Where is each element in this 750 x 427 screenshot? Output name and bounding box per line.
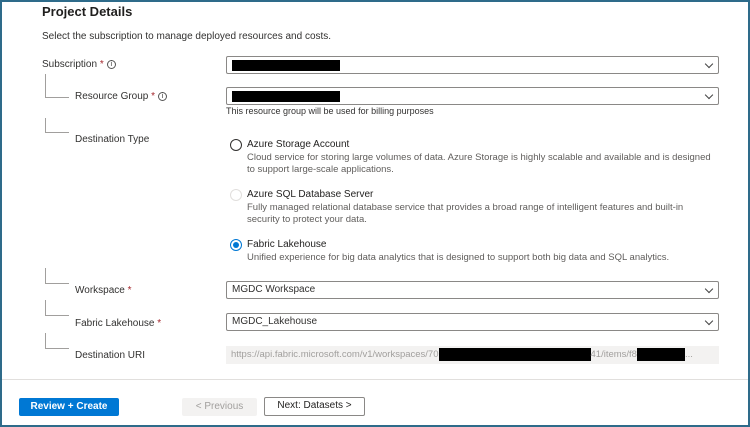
redacted-value — [232, 60, 340, 71]
info-icon[interactable]: i — [158, 91, 168, 101]
radio-azure-sql — [230, 189, 242, 201]
option-description: Cloud service for storing large volumes … — [247, 152, 711, 175]
option-label: Azure Storage Account — [247, 139, 350, 150]
review-create-button[interactable]: Review + Create — [19, 398, 119, 416]
subscription-select[interactable] — [226, 56, 719, 74]
workspace-label-text: Workspace — [75, 285, 125, 296]
redacted-value — [232, 91, 340, 102]
lakehouse-select[interactable]: MGDC_Lakehouse — [226, 313, 719, 331]
tree-connector — [45, 118, 69, 133]
section-title: Project Details — [42, 4, 133, 19]
redacted-value — [438, 347, 591, 361]
tree-connector — [45, 300, 69, 316]
workspace-label: Workspace * — [75, 285, 132, 296]
radio-azure-storage[interactable] — [230, 139, 242, 151]
option-label: Fabric Lakehouse — [247, 239, 327, 250]
destination-type-label: Destination Type — [75, 134, 150, 145]
required-marker: * — [127, 285, 132, 296]
uri-suffix: ... — [684, 349, 693, 360]
lakehouse-value: MGDC_Lakehouse — [232, 316, 318, 327]
tree-connector — [45, 74, 69, 98]
subscription-label-text: Subscription — [42, 59, 98, 70]
uri-middle: 41/items/f8 — [590, 349, 637, 360]
lakehouse-label-text: Fabric Lakehouse — [75, 318, 155, 329]
info-icon[interactable]: i — [106, 59, 116, 69]
next-datasets-button[interactable]: Next: Datasets > — [264, 397, 365, 416]
required-marker: * — [151, 91, 156, 102]
resource-group-label: Resource Group * i — [75, 91, 168, 102]
workspace-value: MGDC Workspace — [232, 284, 316, 295]
chevron-down-icon — [704, 59, 714, 69]
option-label: Azure SQL Database Server — [247, 189, 374, 200]
chevron-down-icon — [704, 90, 714, 100]
destination-uri-field[interactable]: https://api.fabric.microsoft.com/v1/work… — [226, 346, 719, 364]
destination-uri-label: Destination URI — [75, 350, 146, 361]
radio-fabric-lakehouse[interactable] — [230, 239, 242, 251]
option-description: Unified experience for big data analytic… — [247, 252, 670, 263]
required-marker: * — [99, 59, 104, 70]
resource-group-helper: This resource group will be used for bil… — [226, 106, 434, 116]
subscription-label: Subscription * i — [42, 59, 116, 70]
previous-button: < Previous — [182, 398, 257, 416]
required-marker: * — [157, 318, 162, 329]
workspace-select[interactable]: MGDC Workspace — [226, 281, 719, 299]
lakehouse-label: Fabric Lakehouse * — [75, 318, 161, 329]
resource-group-select[interactable] — [226, 87, 719, 105]
option-description: Fully managed relational database servic… — [247, 202, 684, 225]
section-subtitle: Select the subscription to manage deploy… — [42, 31, 332, 42]
chevron-down-icon — [704, 316, 714, 326]
redacted-value — [636, 347, 685, 361]
tree-connector — [45, 333, 69, 349]
resource-group-label-text: Resource Group — [75, 91, 149, 102]
tree-connector — [45, 268, 69, 284]
chevron-down-icon — [704, 284, 714, 294]
uri-prefix: https://api.fabric.microsoft.com/v1/work… — [231, 349, 439, 360]
divider — [2, 379, 748, 380]
